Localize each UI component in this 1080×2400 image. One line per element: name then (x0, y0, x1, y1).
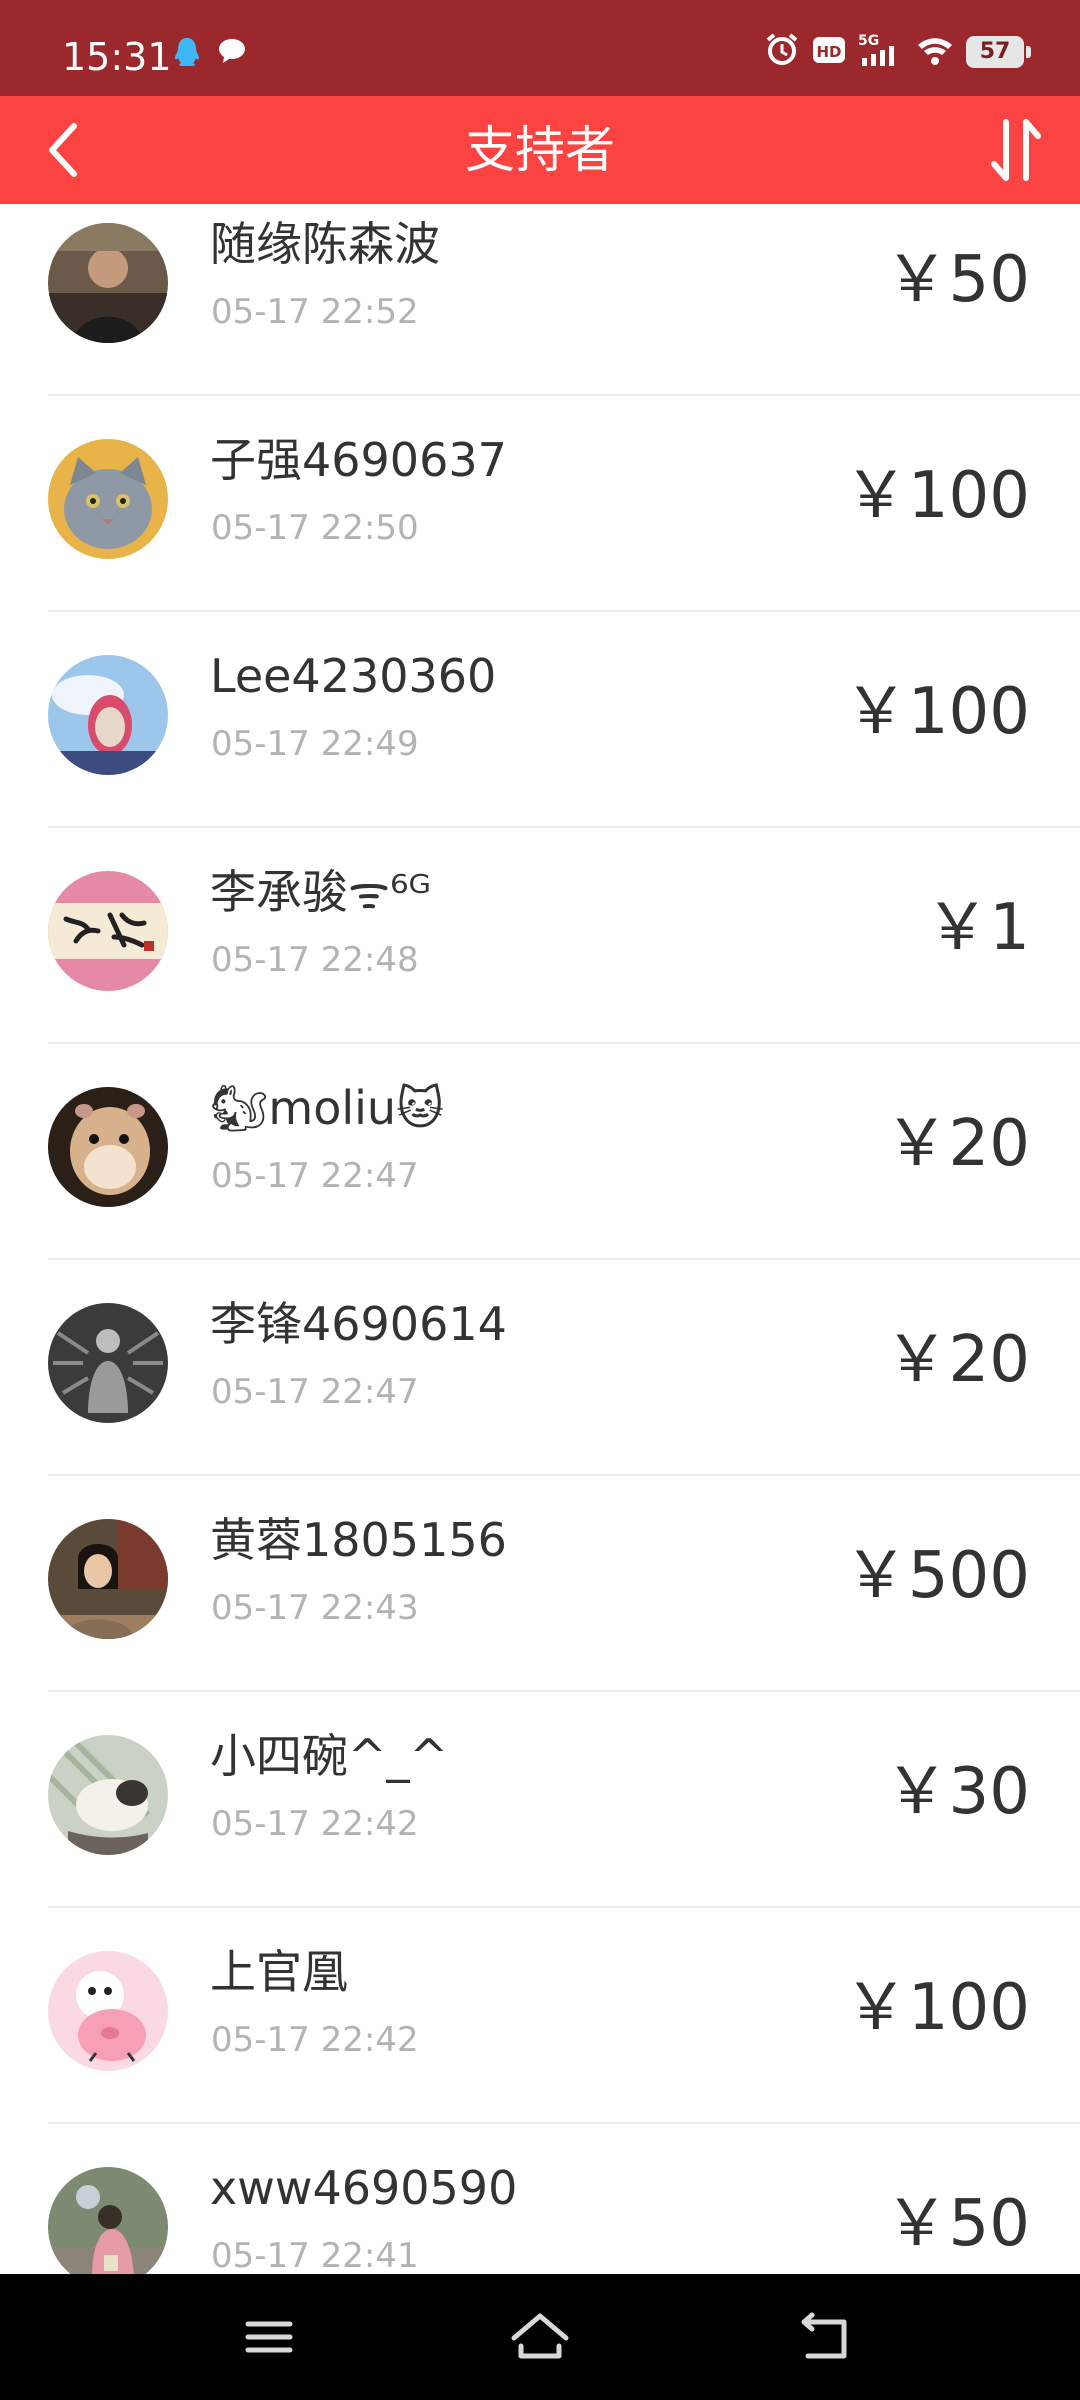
support-amount: ￥500 (843, 1539, 1030, 1613)
status-left-icons (172, 36, 248, 72)
support-amount: ￥20 (884, 1323, 1030, 1397)
supporter-name: Lee4230360 (210, 649, 497, 703)
supporter-name: 李承骏ᯤ⁶ᴳ (210, 865, 431, 919)
menu-icon (245, 2321, 293, 2353)
support-amount: ￥1 (925, 891, 1030, 965)
hd-icon: HD (812, 35, 846, 69)
supporter-name: 李锋4690614 (210, 1297, 507, 1351)
avatar (48, 1519, 168, 1639)
support-time: 05-17 22:42 (211, 1804, 419, 1844)
page-title: 支持者 (465, 121, 615, 179)
avatar (48, 439, 168, 559)
support-amount: ￥50 (884, 2187, 1030, 2261)
svg-text:5G: 5G (858, 33, 879, 49)
support-time: 05-17 22:52 (211, 292, 419, 332)
list-item[interactable]: 随缘陈森波 05-17 22:52 ￥50 (0, 204, 1080, 396)
supporter-name: 小四碗^_^ (210, 1729, 449, 1783)
list-item[interactable]: xww4690590 05-17 22:41 ￥50 (0, 2124, 1080, 2274)
avatar (48, 1303, 168, 1423)
alarm-icon (764, 32, 800, 72)
support-amount: ￥100 (843, 1971, 1030, 2045)
list-item[interactable]: 李承骏ᯤ⁶ᴳ 05-17 22:48 ￥1 (0, 828, 1080, 1044)
back-icon (801, 2312, 847, 2359)
status-bar: 15:31 HD 5G 57 (0, 0, 1080, 96)
5g-signal-icon: 5G (858, 32, 904, 72)
home-button[interactable] (505, 2302, 575, 2372)
support-amount: ￥30 (884, 1755, 1030, 1829)
avatar (48, 1087, 168, 1207)
status-right-icons: HD 5G 57 (764, 32, 1031, 72)
status-time: 15:31 (62, 35, 172, 79)
support-amount: ￥50 (884, 243, 1030, 317)
avatar (48, 2167, 168, 2274)
svg-text:HD: HD (816, 43, 841, 61)
list-item[interactable]: 李锋4690614 05-17 22:47 ￥20 (0, 1260, 1080, 1476)
support-amount: ￥100 (843, 675, 1030, 749)
avatar (48, 223, 168, 343)
support-time: 05-17 22:47 (211, 1372, 419, 1412)
supporter-name: 上官凰 (210, 1945, 348, 1999)
avatar (48, 1951, 168, 2071)
support-time: 05-17 22:49 (211, 724, 419, 764)
app-header: 支持者 (0, 96, 1080, 204)
support-time: 05-17 22:47 (211, 1156, 419, 1196)
chat-bubble-icon (216, 36, 248, 72)
support-time: 05-17 22:41 (211, 2236, 419, 2274)
avatar (48, 655, 168, 775)
list-item[interactable]: 黄蓉1805156 05-17 22:43 ￥500 (0, 1476, 1080, 1692)
list-item[interactable]: Lee4230360 05-17 22:49 ￥100 (0, 612, 1080, 828)
list-item[interactable]: 子强4690637 05-17 22:50 ￥100 (0, 396, 1080, 612)
supporter-name: 🐿moliu🐱 (210, 1081, 445, 1135)
support-amount: ￥20 (884, 1107, 1030, 1181)
supporter-name: 子强4690637 (210, 433, 507, 487)
support-amount: ￥100 (843, 459, 1030, 533)
support-time: 05-17 22:48 (211, 940, 419, 980)
avatar (48, 871, 168, 991)
support-time: 05-17 22:50 (211, 508, 419, 548)
home-icon (511, 2313, 569, 2359)
avatar (48, 1735, 168, 1855)
nav-back-button[interactable] (790, 2302, 860, 2372)
support-time: 05-17 22:42 (211, 2020, 419, 2060)
menu-button[interactable] (234, 2302, 304, 2372)
support-time: 05-17 22:43 (211, 1588, 419, 1628)
system-nav-bar (0, 2274, 1080, 2400)
list-item[interactable]: 上官凰 05-17 22:42 ￥100 (0, 1908, 1080, 2124)
list-item[interactable]: 小四碗^_^ 05-17 22:42 ￥30 (0, 1692, 1080, 1908)
qq-icon (172, 36, 202, 72)
sort-icon (991, 119, 1041, 181)
wifi-icon (916, 34, 954, 70)
battery-icon: 57 (966, 36, 1031, 68)
supporter-list[interactable]: 随缘陈森波 05-17 22:52 ￥50 子强4690637 05-17 22… (0, 204, 1080, 2274)
supporter-name: 黄蓉1805156 (210, 1513, 507, 1567)
supporter-name: xww4690590 (210, 2161, 518, 2215)
list-item[interactable]: 🐿moliu🐱 05-17 22:47 ￥20 (0, 1044, 1080, 1260)
supporter-name: 随缘陈森波 (210, 217, 440, 271)
sort-button[interactable] (980, 110, 1052, 190)
